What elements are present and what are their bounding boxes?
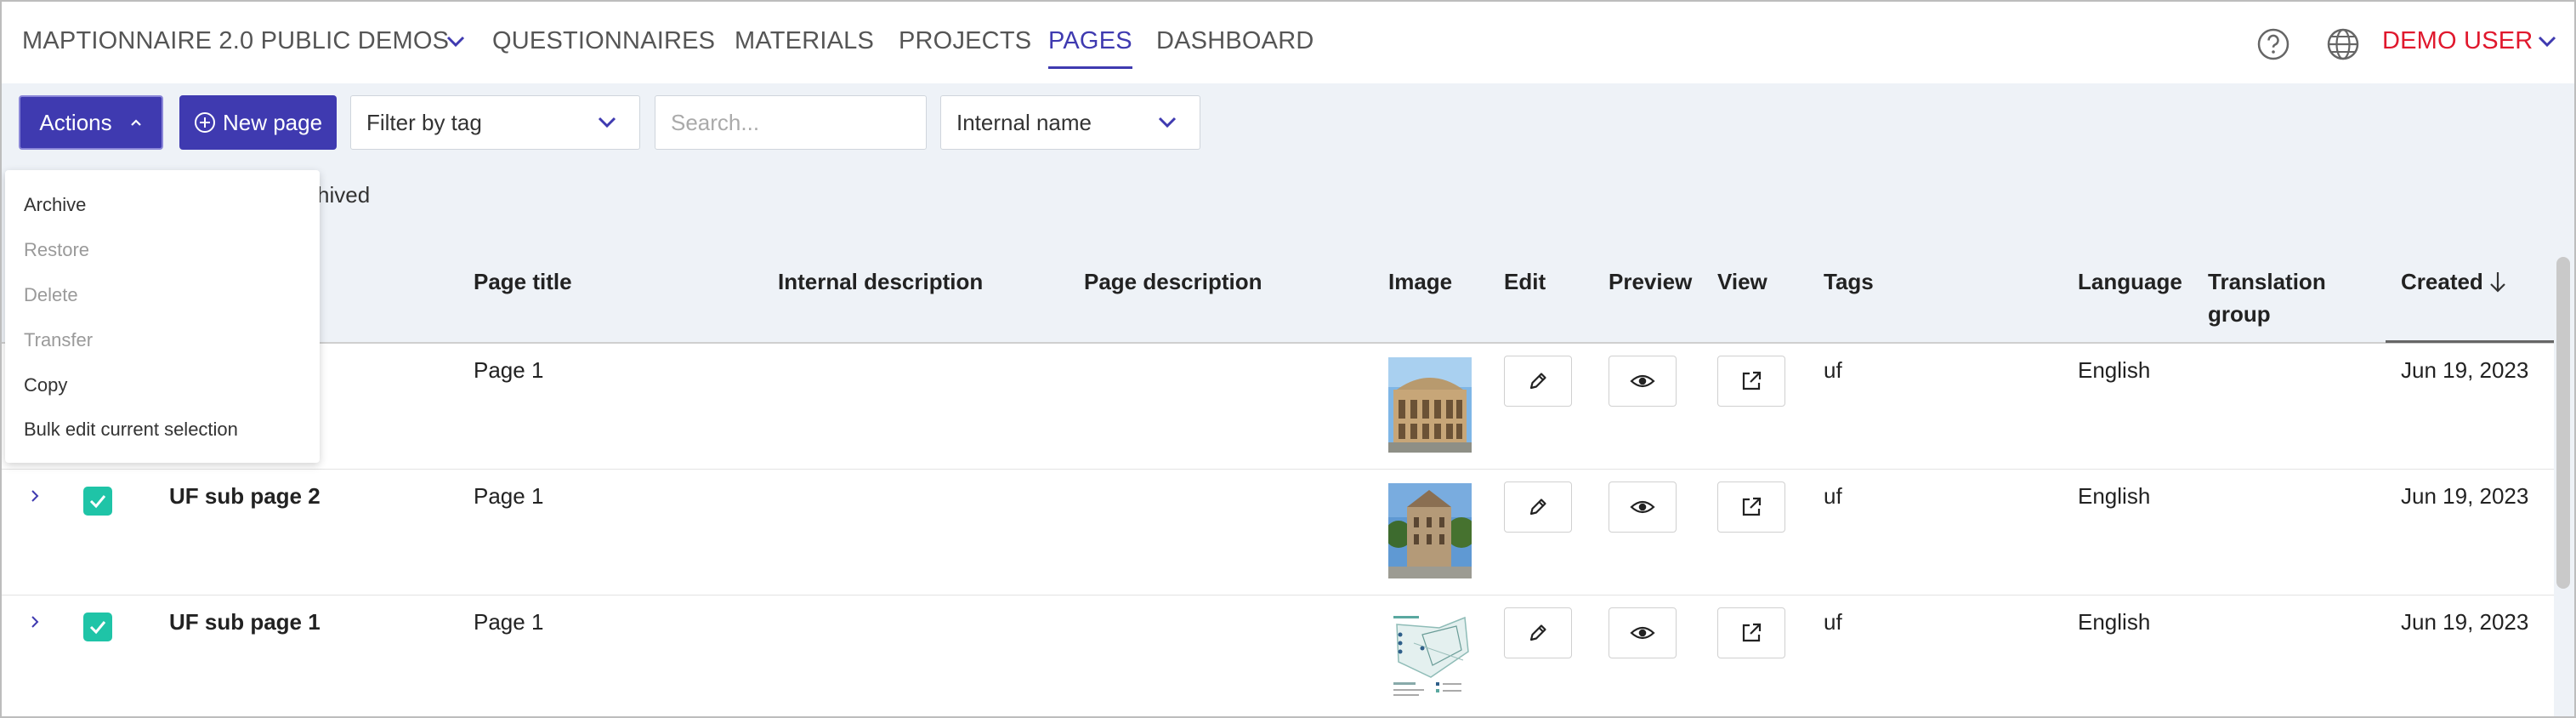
- preview-button[interactable]: [1609, 356, 1677, 407]
- view-button[interactable]: [1717, 607, 1785, 658]
- nav-questionnaires[interactable]: QUESTIONNAIRES: [492, 27, 715, 55]
- nav-projects[interactable]: PROJECTS: [899, 27, 1031, 55]
- col-image: Image: [1388, 269, 1453, 294]
- row-created: Jun 19, 2023: [2401, 483, 2529, 509]
- row-language: English: [2078, 483, 2151, 509]
- row-created: Jun 19, 2023: [2401, 357, 2529, 383]
- col-page-description[interactable]: Page description: [1084, 265, 1262, 298]
- check-icon: [89, 495, 106, 509]
- add-circle-icon: [194, 112, 215, 133]
- row-page-title: Page 1: [474, 357, 544, 383]
- table-header: Page title Internal description Page des…: [2, 248, 2554, 344]
- top-navigation: MAPTIONNAIRE 2.0 PUBLIC DEMOS QUESTIONNA…: [2, 2, 2574, 83]
- col-translation-group[interactable]: Translation group: [2208, 265, 2326, 330]
- map-diagram: [1388, 609, 1472, 704]
- tag-filter-select[interactable]: Filter by tag: [350, 95, 640, 150]
- row-tags: uf: [1824, 357, 1842, 383]
- eye-icon: [1630, 626, 1655, 640]
- row-tags: uf: [1824, 483, 1842, 509]
- search-input[interactable]: [655, 109, 926, 136]
- edit-button[interactable]: [1504, 607, 1572, 658]
- col-internal-description[interactable]: Internal description: [778, 265, 983, 298]
- pencil-icon: [1529, 373, 1546, 390]
- tag-filter-label: Filter by tag: [366, 109, 482, 135]
- nav-pages-label: PAGES: [1048, 27, 1132, 54]
- new-page-label: New page: [222, 109, 323, 135]
- preview-button[interactable]: [1609, 482, 1677, 533]
- row-language: English: [2078, 609, 2151, 635]
- active-tab-indicator: [1048, 66, 1132, 69]
- opera-house-photo: [1388, 357, 1472, 453]
- menu-item-copy[interactable]: Copy: [24, 374, 67, 396]
- pencil-icon: [1529, 499, 1546, 516]
- row-language: English: [2078, 357, 2151, 383]
- sort-select[interactable]: Internal name: [940, 95, 1200, 150]
- row-created: Jun 19, 2023: [2401, 609, 2529, 635]
- castle-photo: [1388, 483, 1472, 578]
- chevron-up-icon: [130, 119, 141, 126]
- menu-item-bulk-edit[interactable]: Bulk edit current selection: [24, 419, 238, 441]
- col-translation-group-line1: Translation: [2208, 269, 2326, 294]
- row-page-title: Page 1: [474, 609, 544, 635]
- col-created[interactable]: Created: [2401, 265, 2483, 298]
- actions-label: Actions: [39, 109, 112, 135]
- table-row[interactable]: UF sub page 1 Page 1 uf English Jun 19, …: [2, 595, 2554, 716]
- menu-item-transfer[interactable]: Transfer: [24, 329, 93, 351]
- col-tags[interactable]: Tags: [1824, 265, 1874, 298]
- vertical-scrollbar[interactable]: [2556, 257, 2570, 589]
- col-translation-group-line2: group: [2208, 301, 2271, 327]
- chevron-down-icon: [598, 117, 616, 128]
- table-row[interactable]: Page 1 uf English Jun 19, 2023: [2, 344, 2554, 470]
- table-row[interactable]: UF sub page 2 Page 1 uf English Jun 19, …: [2, 470, 2554, 595]
- col-language[interactable]: Language: [2078, 265, 2182, 298]
- external-link-icon: [1742, 623, 1762, 642]
- help-icon[interactable]: [2256, 27, 2290, 61]
- chevron-down-icon[interactable]: [2537, 34, 2557, 49]
- check-icon: [89, 621, 106, 635]
- new-page-button[interactable]: New page: [179, 95, 337, 150]
- pages-table-body: Page 1 uf English Jun 19, 2023 UF sub pa…: [2, 344, 2554, 716]
- view-button[interactable]: [1717, 356, 1785, 407]
- row-name[interactable]: UF sub page 1: [169, 609, 321, 635]
- row-page-title: Page 1: [474, 483, 544, 509]
- sort-descending-icon[interactable]: [2488, 271, 2507, 294]
- menu-item-archive[interactable]: Archive: [24, 194, 86, 216]
- org-switcher[interactable]: MAPTIONNAIRE 2.0 PUBLIC DEMOS: [22, 27, 449, 55]
- chevron-down-icon: [1158, 117, 1177, 128]
- nav-dashboard[interactable]: DASHBOARD: [1156, 27, 1314, 55]
- chevron-right-icon[interactable]: [29, 614, 41, 630]
- row-name[interactable]: UF sub page 2: [169, 483, 321, 510]
- row-tags: uf: [1824, 609, 1842, 635]
- edit-button[interactable]: [1504, 482, 1572, 533]
- col-view: View: [1717, 269, 1767, 294]
- col-edit: Edit: [1504, 269, 1546, 294]
- chevron-right-icon[interactable]: [29, 488, 41, 504]
- sorted-column-indicator: [2386, 340, 2554, 343]
- search-field[interactable]: [655, 95, 927, 150]
- edit-button[interactable]: [1504, 356, 1572, 407]
- user-menu[interactable]: DEMO USER: [2382, 27, 2533, 55]
- view-button[interactable]: [1717, 482, 1785, 533]
- chevron-down-icon[interactable]: [445, 34, 466, 49]
- actions-button[interactable]: Actions: [19, 95, 163, 150]
- nav-pages[interactable]: PAGES: [1048, 27, 1132, 69]
- globe-icon[interactable]: [2326, 27, 2360, 61]
- app-window: MAPTIONNAIRE 2.0 PUBLIC DEMOS QUESTIONNA…: [0, 0, 2576, 718]
- row-checkbox[interactable]: [83, 613, 112, 641]
- col-preview: Preview: [1609, 269, 1693, 294]
- external-link-icon: [1742, 371, 1762, 390]
- row-checkbox[interactable]: [83, 487, 112, 516]
- pencil-icon: [1529, 624, 1546, 641]
- nav-materials[interactable]: MATERIALS: [735, 27, 874, 55]
- col-page-title[interactable]: Page title: [474, 265, 572, 298]
- preview-button[interactable]: [1609, 607, 1677, 658]
- external-link-icon: [1742, 497, 1762, 516]
- sort-label: Internal name: [956, 109, 1092, 135]
- eye-icon: [1630, 500, 1655, 514]
- actions-dropdown-menu: Archive Restore Delete Transfer Copy Bul…: [5, 170, 320, 463]
- eye-icon: [1630, 374, 1655, 388]
- menu-item-restore[interactable]: Restore: [24, 239, 89, 261]
- menu-item-delete[interactable]: Delete: [24, 284, 78, 306]
